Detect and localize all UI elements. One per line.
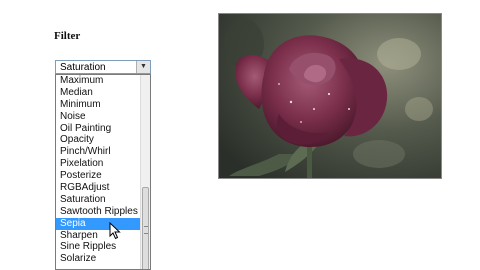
filter-option[interactable]: Median [56,87,140,99]
filter-select-value: Saturation [60,62,106,73]
filter-option[interactable]: Sepia [56,217,140,230]
filter-options: Maximum Median Minimum Noise Oil Paintin… [56,75,140,265]
grip-icon [144,226,148,234]
filter-option[interactable]: RGBAdjust [56,182,140,194]
filter-option[interactable]: Sawtooth Ripples [56,206,140,218]
scrollbar-thumb[interactable] [142,187,149,269]
filter-option[interactable]: Noise [56,111,140,123]
filter-option[interactable]: Sine Ripples [56,241,140,253]
filter-dropdown-list[interactable]: Maximum Median Minimum Noise Oil Paintin… [55,74,151,270]
chevron-down-icon[interactable]: ▼ [136,61,150,73]
filter-option[interactable]: Posterize [56,170,140,182]
dropdown-scrollbar[interactable] [140,75,150,269]
filter-option[interactable]: Minimum [56,99,140,111]
filter-select[interactable]: Saturation ▼ [55,60,151,74]
filter-option[interactable]: Solarize [56,253,140,265]
filter-heading: Filter [54,30,81,42]
filter-option[interactable]: Oil Painting [56,123,140,135]
filter-option[interactable]: Sharpen [56,230,140,242]
filter-option[interactable]: Maximum [56,75,140,87]
filter-option[interactable]: Pixelation [56,158,140,170]
rose-photo [218,13,442,179]
filter-option[interactable]: Saturation [56,194,140,206]
filter-option[interactable]: Pinch/Whirl [56,146,140,158]
filter-option[interactable]: Opacity [56,134,140,146]
mouse-pointer-icon [109,222,121,240]
